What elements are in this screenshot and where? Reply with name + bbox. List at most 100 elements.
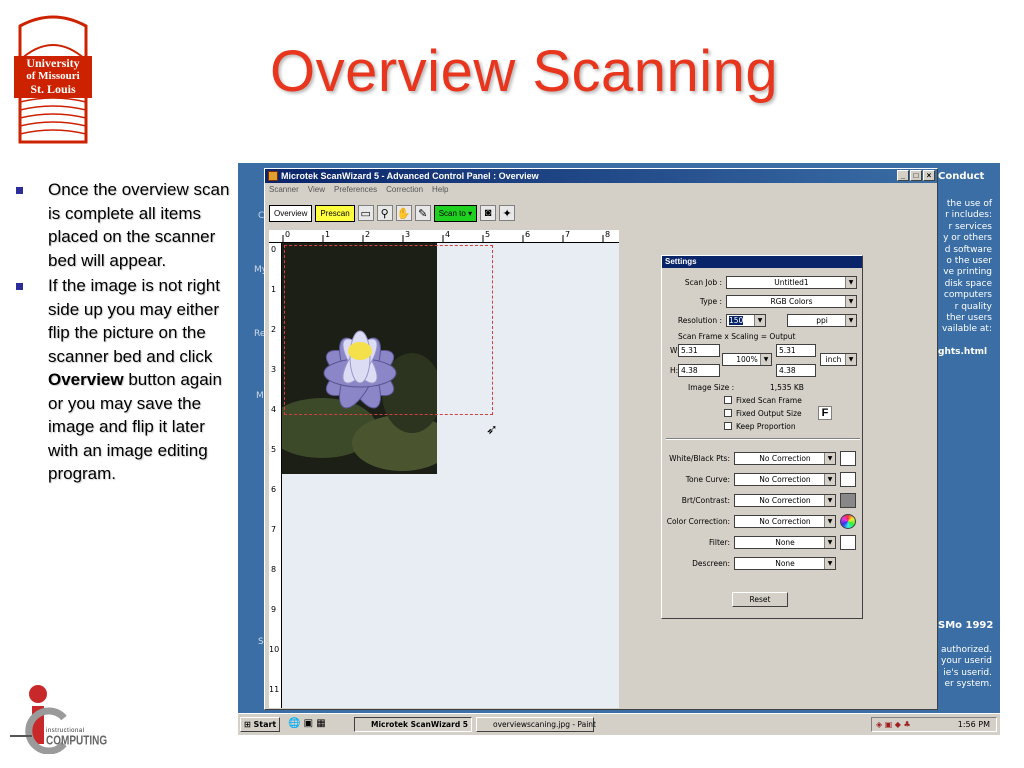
menu-preferences[interactable]: Preferences <box>334 183 377 197</box>
chevron-down-icon: ▼ <box>845 354 856 365</box>
unit-select[interactable]: inch ▼ <box>820 353 857 366</box>
taskbar-item-scanwizard[interactable]: Microtek ScanWizard 5 <box>354 717 472 732</box>
color-correction-select[interactable]: No Correction ▼ <box>734 515 836 528</box>
chevron-down-icon: ▼ <box>760 354 771 365</box>
tone-curve-select[interactable]: No Correction ▼ <box>734 473 836 486</box>
height-frame-input[interactable]: 4.38 <box>678 364 720 377</box>
chevron-down-icon: ▼ <box>754 315 765 326</box>
descreen-select[interactable]: None ▼ <box>734 557 836 570</box>
scan-frame-selection[interactable] <box>284 245 493 415</box>
type-select[interactable]: RGB Colors ▼ <box>726 295 857 308</box>
white-black-select[interactable]: No Correction ▼ <box>734 452 836 465</box>
quicklaunch-icons[interactable]: 🌐 ▣ ▦ <box>288 718 326 729</box>
fixed-output-size-checkbox[interactable] <box>724 409 732 417</box>
ruler-tick-label: 1 <box>325 230 331 239</box>
chevron-down-icon: ▼ <box>824 516 835 527</box>
white-black-icon[interactable] <box>840 451 856 466</box>
chevron-down-icon: ▼ <box>845 315 856 326</box>
prescan-button[interactable]: Prescan <box>315 204 355 222</box>
chevron-down-icon: ▼ <box>824 558 835 569</box>
window-title: Microtek ScanWizard 5 - Advanced Control… <box>281 171 539 181</box>
eyedropper-icon[interactable]: ✎ <box>414 205 431 221</box>
brt-contrast-select[interactable]: No Correction ▼ <box>734 494 836 507</box>
width-frame-input[interactable]: 5.31 <box>678 344 720 357</box>
minimize-button[interactable]: _ <box>897 170 909 181</box>
bg-link[interactable]: ghts.html <box>938 347 998 358</box>
keep-proportion-checkbox[interactable] <box>724 422 732 430</box>
scaling-select[interactable]: 100% ▼ <box>722 353 772 366</box>
resolution-unit-select[interactable]: ppi ▼ <box>787 314 857 327</box>
taskbar-item-paint[interactable]: overviewscaning.jpg - Paint <box>476 717 596 732</box>
ruler-tick-label: 6 <box>271 485 277 494</box>
hand-icon[interactable]: ✋ <box>395 205 412 221</box>
ruler-tick-label: 0 <box>285 230 291 239</box>
frame-header: Scan Frame x Scaling = Output <box>678 332 796 341</box>
filter-value: None <box>775 538 795 547</box>
menu-correction[interactable]: Correction <box>386 183 423 197</box>
chevron-down-icon: ▼ <box>824 474 835 485</box>
scan-preview-area[interactable]: ➶ <box>282 243 619 708</box>
ruler-tick-label: 8 <box>605 230 611 239</box>
fixed-scan-frame-checkbox[interactable] <box>724 396 732 404</box>
white-black-value: No Correction <box>759 454 811 463</box>
magic-wand-icon[interactable]: ✦ <box>499 205 516 221</box>
fixed-output-size-label: Fixed Output Size <box>736 409 802 418</box>
logo-line-3: St. Louis <box>30 82 76 96</box>
type-label: Type : <box>699 297 722 306</box>
bullet-marker <box>16 187 23 194</box>
app-icon <box>268 171 278 181</box>
menu-help[interactable]: Help <box>432 183 448 197</box>
tray-icons[interactable]: ◈ ▣ ◆ ♣ <box>876 718 911 731</box>
brt-contrast-icon[interactable] <box>840 493 856 508</box>
tone-curve-icon[interactable] <box>840 472 856 487</box>
color-correction-label: Color Correction: <box>666 517 730 526</box>
keep-proportion-label: Keep Proportion <box>736 422 796 431</box>
fixed-scan-frame-label: Fixed Scan Frame <box>736 396 802 405</box>
height-output-input[interactable]: 4.38 <box>776 364 816 377</box>
descreen-value: None <box>775 559 795 568</box>
settings-panel: Settings Scan Job : Untitled1 ▼ Type : RG… <box>661 255 863 619</box>
start-label: Start <box>253 720 277 729</box>
resolution-unit-value: ppi <box>816 316 828 325</box>
brt-contrast-value: No Correction <box>759 496 811 505</box>
chevron-down-icon: ▼ <box>824 495 835 506</box>
f-badge: F <box>818 406 832 420</box>
filter-select[interactable]: None ▼ <box>734 536 836 549</box>
scan-job-select[interactable]: Untitled1 ▼ <box>726 276 857 289</box>
scan-job-value: Untitled1 <box>774 278 809 287</box>
ruler-tick-label: 9 <box>271 605 277 614</box>
bg-year: SMo 1992 <box>938 620 994 631</box>
reset-button[interactable]: Reset <box>732 592 788 607</box>
divider <box>666 438 860 440</box>
start-button[interactable]: ⊞ Start <box>240 717 281 732</box>
footer-logo-line-2: COMPUTING <box>46 734 108 749</box>
footer-logo-line-1: instructional <box>46 728 85 734</box>
bg-conduct: Conduct <box>938 171 985 182</box>
color-wheel-icon[interactable] <box>840 514 856 529</box>
menu-scanner[interactable]: Scanner <box>269 183 299 197</box>
overview-button[interactable]: Overview <box>269 204 313 222</box>
maximize-button[interactable]: □ <box>910 170 922 181</box>
menu-view[interactable]: View <box>308 183 325 197</box>
zoom-icon[interactable]: ⚲ <box>376 205 393 221</box>
resolution-value: 150 <box>729 316 744 325</box>
type-value: RGB Colors <box>770 297 813 306</box>
bullet-text-bold: Overview <box>48 370 124 389</box>
frame-select-icon[interactable]: ▭ <box>357 205 374 221</box>
ruler-tick-label: 5 <box>271 445 277 454</box>
resolution-label: Resolution : <box>677 316 722 325</box>
camera-icon[interactable]: ◙ <box>480 205 497 221</box>
scan-job-label: Scan Job : <box>684 278 722 287</box>
ruler-tick-label: 8 <box>271 565 277 574</box>
tone-curve-label: Tone Curve: <box>685 475 730 484</box>
bullet-item: Once the overview scan is complete all i… <box>12 178 234 272</box>
bullet-text: Once the overview scan is complete all i… <box>48 180 230 270</box>
logo-line-1: University <box>26 56 80 70</box>
width-output-input[interactable]: 5.31 <box>776 344 816 357</box>
close-button[interactable]: × <box>923 170 935 181</box>
system-tray: ◈ ▣ ◆ ♣ 1:56 PM <box>871 717 997 732</box>
scan-to-button[interactable]: Scan to ▾ <box>433 204 478 222</box>
window-titlebar[interactable]: Microtek ScanWizard 5 - Advanced Control… <box>265 169 937 183</box>
filter-icon[interactable] <box>840 535 856 550</box>
resolution-select[interactable]: 150 ▼ <box>726 314 766 327</box>
